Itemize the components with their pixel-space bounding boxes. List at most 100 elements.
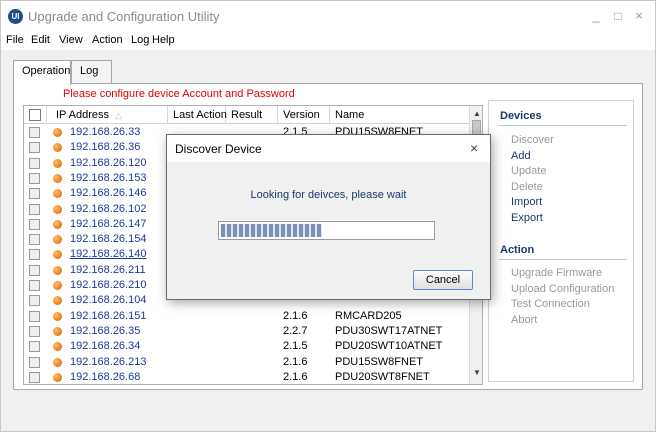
row-ip-address: 192.168.26.104 xyxy=(70,294,147,307)
row-checkbox[interactable] xyxy=(29,249,40,261)
row-checkbox[interactable] xyxy=(29,280,40,291)
devices-action-add[interactable]: Add xyxy=(511,150,531,162)
dialog-title: Discover Device xyxy=(175,142,262,156)
row-checkbox[interactable] xyxy=(29,356,40,368)
table-row[interactable]: 192.168.26.151 2.1.6 RMCARD205 xyxy=(24,310,469,323)
row-ip-address: 192.168.26.35 xyxy=(70,324,141,337)
dialog-close-icon[interactable]: × xyxy=(470,140,478,156)
table-header: IP Address △ Last Action Result Version N… xyxy=(24,106,469,124)
column-version[interactable]: Version xyxy=(278,106,330,124)
menu-view[interactable]: View xyxy=(59,34,83,46)
task-panel: Devices Discover Add Update Delete Import Exp… xyxy=(488,100,634,382)
row-checkbox[interactable] xyxy=(29,203,40,215)
devices-action-update: Update xyxy=(511,165,547,177)
column-name[interactable]: Name xyxy=(330,106,469,124)
row-checkbox[interactable] xyxy=(29,325,40,337)
table-row[interactable]: 192.168.26.213 2.1.6 PDU15SW8FNET xyxy=(24,356,469,369)
row-ip-address[interactable]: 192.168.26.140 xyxy=(70,248,146,260)
row-ip-address: 192.168.26.68 xyxy=(70,370,141,383)
row-checkbox[interactable] xyxy=(29,218,40,230)
device-status-icon xyxy=(53,265,62,275)
row-ip-address: 192.168.26.146 xyxy=(70,187,147,200)
row-checkbox[interactable] xyxy=(29,188,40,200)
row-ip-address: 192.168.26.151 xyxy=(70,309,147,322)
row-checkbox[interactable] xyxy=(29,142,40,154)
title-bar[interactable]: UI Upgrade and Configuration Utility _ □… xyxy=(1,1,655,32)
device-status-icon xyxy=(53,372,62,382)
action-heading: Action xyxy=(500,244,535,256)
row-checkbox[interactable] xyxy=(29,341,40,353)
tab-log[interactable]: Log xyxy=(71,60,112,84)
row-checkbox[interactable] xyxy=(29,295,40,307)
menu-help[interactable]: Help xyxy=(152,34,175,46)
devices-action-export[interactable]: Export xyxy=(511,212,543,224)
menu-file[interactable]: File xyxy=(6,34,24,46)
row-checkbox[interactable] xyxy=(29,172,40,184)
device-status-icon xyxy=(53,296,62,306)
table-row[interactable]: 192.168.26.34 2.1.5 PDU20SWT10ATNET xyxy=(24,340,469,353)
row-ip-address: 192.168.26.213 xyxy=(70,355,147,368)
row-name: PDU30SWT17ATNET xyxy=(335,324,443,337)
row-version: 2.1.6 xyxy=(283,370,308,383)
devices-divider xyxy=(499,125,627,126)
menu-bar: File Edit View Action Log Help xyxy=(1,32,655,50)
row-ip-address: 192.168.26.33 xyxy=(70,126,141,138)
row-ip-address: 192.168.26.210 xyxy=(70,279,147,291)
scroll-down-icon[interactable]: ▼ xyxy=(473,368,481,377)
column-last-action[interactable]: Last Action xyxy=(168,106,227,124)
row-checkbox[interactable] xyxy=(29,264,40,276)
row-checkbox[interactable] xyxy=(29,310,40,322)
row-checkbox[interactable] xyxy=(29,371,40,383)
discovery-message: Looking for deivces, please wait xyxy=(250,189,407,201)
row-name: PDU15SW8FNET xyxy=(335,355,424,368)
row-ip-address: 192.168.26.154 xyxy=(70,233,147,246)
action-test-connection: Test Connection xyxy=(511,298,590,310)
device-status-icon xyxy=(53,173,62,183)
device-status-icon xyxy=(53,204,62,214)
row-checkbox[interactable] xyxy=(29,234,40,246)
scroll-up-icon[interactable]: ▲ xyxy=(473,109,481,118)
row-version: 2.2.7 xyxy=(283,324,308,337)
cancel-button[interactable]: Cancel xyxy=(413,270,473,290)
device-status-icon xyxy=(53,158,62,168)
column-ip-address[interactable]: IP Address △ xyxy=(47,106,168,124)
devices-heading: Devices xyxy=(500,110,542,122)
column-result[interactable]: Result xyxy=(226,106,278,124)
action-abort: Abort xyxy=(511,313,538,326)
devices-action-import[interactable]: Import xyxy=(511,196,542,208)
device-status-icon xyxy=(53,219,62,229)
menu-log[interactable]: Log xyxy=(131,34,149,46)
app-window: UI Upgrade and Configuration Utility _ □… xyxy=(0,0,656,432)
app-logo-icon: UI xyxy=(8,9,23,24)
dialog-title-bar[interactable]: Discover Device × xyxy=(167,135,490,162)
action-upload-configuration: Upload Configuration xyxy=(511,282,615,295)
row-name: PDU20SWT10ATNET xyxy=(335,340,443,353)
row-ip-address: 192.168.26.120 xyxy=(70,156,147,169)
row-checkbox[interactable] xyxy=(29,127,40,138)
row-ip-address: 192.168.26.147 xyxy=(70,217,147,230)
device-status-icon xyxy=(53,326,62,336)
dialog-body: Looking for deivces, please wait Cancel xyxy=(167,162,490,299)
select-all-checkbox[interactable] xyxy=(29,109,41,121)
row-checkbox[interactable] xyxy=(29,157,40,169)
menu-action[interactable]: Action xyxy=(92,34,123,46)
table-row[interactable]: 192.168.26.68 2.1.6 PDU20SWT8FNET xyxy=(24,371,469,384)
row-name: RMCARD205 xyxy=(335,309,402,322)
discover-device-dialog: Discover Device × Looking for deivces, p… xyxy=(166,134,491,300)
select-all-cell xyxy=(24,106,47,124)
table-row[interactable]: 192.168.26.35 2.2.7 PDU30SWT17ATNET xyxy=(24,325,469,338)
menu-edit[interactable]: Edit xyxy=(31,34,50,46)
device-status-icon xyxy=(53,342,62,352)
minimize-button[interactable]: _ xyxy=(586,7,606,25)
row-ip-address: 192.168.26.153 xyxy=(70,171,147,184)
maximize-button[interactable]: □ xyxy=(608,7,628,25)
tab-operation[interactable]: Operation xyxy=(13,60,71,85)
column-ip-address-label: IP Address xyxy=(56,109,109,121)
sort-asc-icon: △ xyxy=(115,110,122,120)
row-name: PDU20SWT8FNET xyxy=(335,370,430,383)
device-status-icon xyxy=(53,250,62,260)
close-window-button[interactable]: × xyxy=(629,7,649,25)
device-status-icon xyxy=(53,357,62,367)
row-version: 2.1.6 xyxy=(283,309,308,322)
status-bar xyxy=(1,394,655,431)
